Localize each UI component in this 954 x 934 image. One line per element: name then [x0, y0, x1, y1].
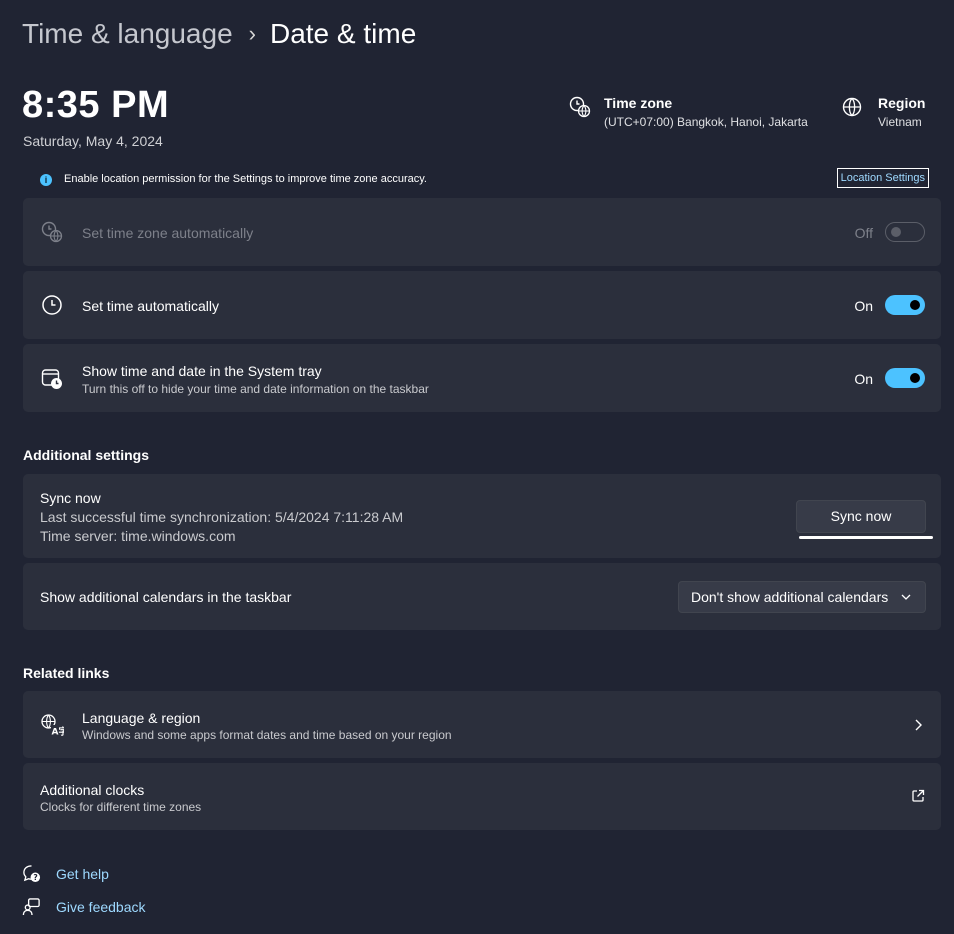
time-server-text: Time server: time.windows.com	[40, 528, 236, 544]
chevron-down-icon	[901, 594, 911, 600]
page-title: Date & time	[269, 18, 417, 49]
current-time: 8:35 PM	[22, 84, 170, 126]
time-zone-value: (UTC+07:00) Bangkok, Hanoi, Jakarta	[604, 115, 808, 129]
region-value: Vietnam	[878, 115, 922, 129]
additional-clocks-desc: Clocks for different time zones	[40, 800, 202, 814]
sync-now-button[interactable]: Sync now	[796, 500, 926, 533]
set-time-automatically-row: Set time automatically On	[23, 271, 941, 339]
breadcrumb-separator: ›	[248, 21, 256, 46]
region-title: Region	[878, 95, 926, 111]
clock-icon	[42, 295, 62, 315]
globe-icon	[842, 97, 862, 117]
last-sync-text: Last successful time synchronization: 5/…	[40, 509, 404, 525]
additional-calendars-label: Show additional calendars in the taskbar	[40, 589, 292, 605]
sync-now-title: Sync now	[40, 490, 101, 506]
tray-toggle[interactable]	[885, 368, 925, 388]
give-feedback-label: Give feedback	[56, 898, 146, 915]
set-time-zone-automatically-label: Set time zone automatically	[82, 225, 254, 241]
show-time-system-tray-label: Show time and date in the System tray	[82, 363, 322, 379]
svg-text:A字: A字	[52, 726, 65, 738]
calendars-dropdown-value: Don't show additional calendars	[691, 589, 889, 605]
feedback-icon	[22, 898, 40, 916]
additional-clocks-title: Additional clocks	[40, 782, 145, 798]
external-link-icon	[912, 789, 925, 802]
set-time-automatically-label: Set time automatically	[82, 298, 219, 314]
svg-text:?: ?	[33, 873, 37, 882]
info-icon: i	[40, 174, 52, 186]
banner-text: Enable location permission for the Setti…	[64, 173, 427, 185]
calendar-clock-icon	[41, 369, 62, 389]
region-info: Region Vietnam	[840, 95, 925, 129]
time-auto-toggle[interactable]	[885, 295, 925, 315]
time-zone-toggle-state: Off	[854, 225, 873, 241]
additional-clocks-link[interactable]: Additional clocks Clocks for different t…	[23, 763, 941, 830]
language-region-link[interactable]: A字 Language & region Windows and some ap…	[23, 691, 941, 758]
additional-settings-heading: Additional settings	[23, 447, 149, 463]
breadcrumb-parent[interactable]: Time & language	[22, 18, 233, 50]
location-banner: i Enable location permission for the Set…	[23, 166, 941, 194]
language-region-desc: Windows and some apps format dates and t…	[82, 728, 452, 742]
time-zone-icon	[569, 96, 591, 118]
help-icon: ?	[23, 865, 41, 882]
set-time-zone-automatically-row: Set time zone automatically Off	[23, 198, 941, 266]
chevron-right-icon	[915, 719, 922, 731]
breadcrumb: Time & language › Date & time	[22, 18, 416, 50]
tray-toggle-state: On	[854, 371, 873, 387]
sync-progress-indicator	[799, 536, 933, 539]
language-region-title: Language & region	[82, 710, 201, 726]
sync-now-row: Sync now Last successful time synchroniz…	[23, 474, 941, 558]
language-icon: A字	[41, 714, 65, 738]
additional-calendars-row: Show additional calendars in the taskbar…	[23, 563, 941, 630]
time-zone-title: Time zone	[604, 95, 673, 111]
give-feedback-link[interactable]: Give feedback	[22, 897, 146, 916]
related-links-heading: Related links	[23, 665, 110, 681]
location-settings-link[interactable]: Location Settings	[836, 168, 929, 188]
show-time-system-tray-desc: Turn this off to hide your time and date…	[82, 382, 429, 396]
calendars-dropdown[interactable]: Don't show additional calendars	[678, 581, 926, 613]
time-zone-auto-toggle[interactable]	[885, 222, 925, 242]
time-auto-toggle-state: On	[854, 298, 873, 314]
time-zone-auto-icon	[41, 221, 63, 243]
get-help-label: Get help	[56, 865, 109, 882]
get-help-link[interactable]: ? Get help	[22, 864, 109, 883]
show-time-system-tray-row: Show time and date in the System tray Tu…	[23, 344, 941, 412]
current-date: Saturday, May 4, 2024	[23, 133, 163, 149]
time-zone-info: Time zone (UTC+07:00) Bangkok, Hanoi, Ja…	[568, 95, 808, 129]
